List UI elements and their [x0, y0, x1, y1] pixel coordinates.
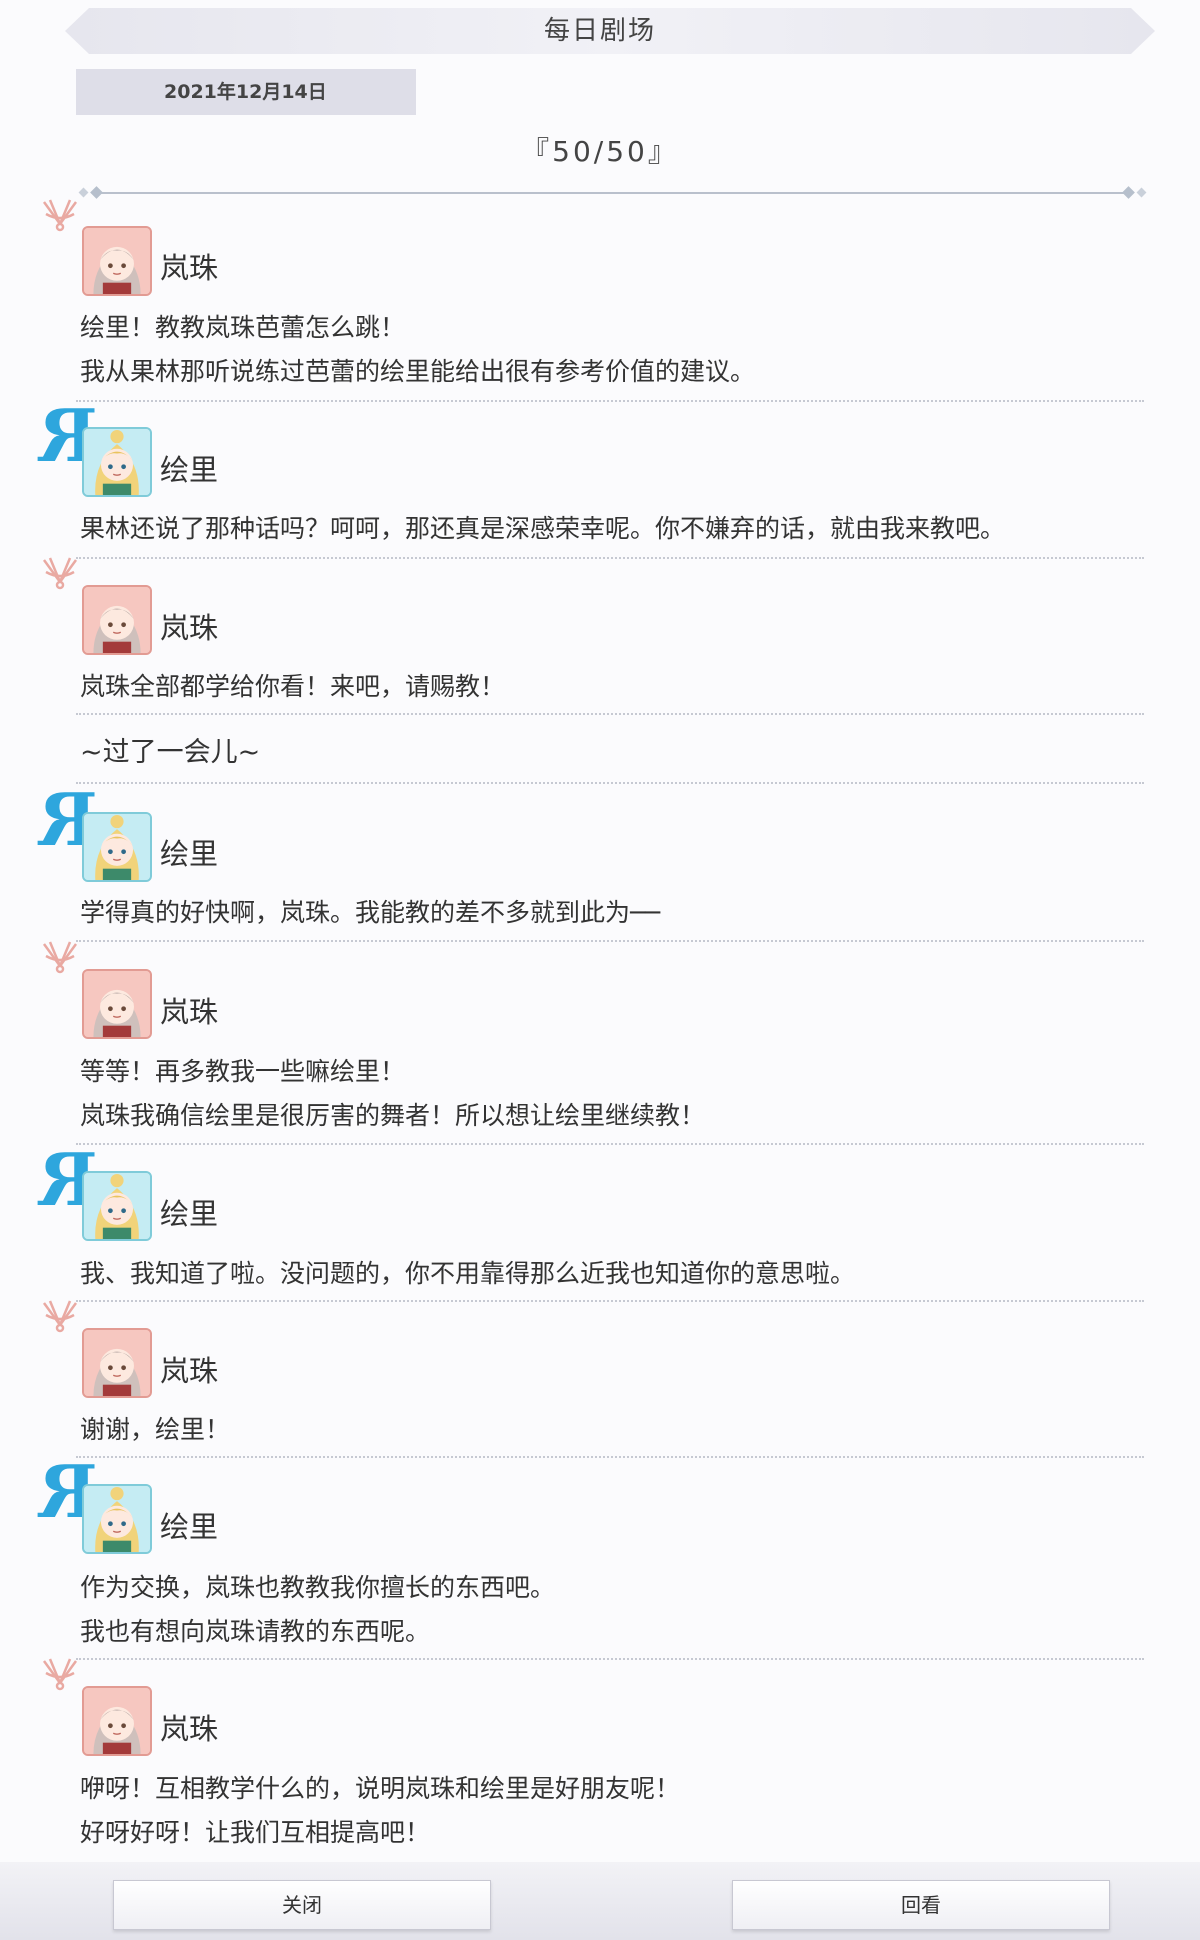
- avatar-ranju: [82, 969, 152, 1039]
- dialogue-line: 我、我知道了啦。没问题的，你不用靠得那么近我也知道你的意思啦。: [80, 1259, 856, 1288]
- avatar-ranju: [82, 226, 152, 296]
- replay-button[interactable]: 回看: [732, 1880, 1110, 1930]
- dialogue-line: 岚珠全部都学给你看！来吧，请赐教！: [80, 672, 506, 701]
- wing-emblem-icon: [38, 552, 82, 598]
- entry-separator: [76, 940, 1144, 942]
- dialogue-line: 好呀好呀！让我们互相提高吧！: [80, 1818, 431, 1847]
- entry-separator: [76, 713, 1144, 715]
- dialogue-line: 绘里！教教岚珠芭蕾怎么跳！: [80, 313, 406, 342]
- dialogue-line: 我从果林那听说练过芭蕾的绘里能给出很有参考价值的建议。: [80, 357, 756, 386]
- avatar-eli: [82, 1171, 152, 1241]
- speaker-name: 岚珠: [160, 251, 219, 285]
- narration-text: ~过了一会儿~: [80, 737, 261, 768]
- entry-separator: [76, 557, 1144, 559]
- speaker-name: 岚珠: [160, 611, 219, 645]
- wing-emblem-icon: [38, 1295, 82, 1341]
- entry-separator: [76, 782, 1144, 784]
- avatar-ranju: [82, 1328, 152, 1398]
- speaker-name: 岚珠: [160, 1354, 219, 1388]
- avatar-ranju: [82, 1686, 152, 1756]
- dialogue-line: 岚珠我确信绘里是很厉害的舞者！所以想让绘里继续教！: [80, 1101, 706, 1130]
- dialogue-line: 作为交换，岚珠也教教我你擅长的东西吧。: [80, 1573, 556, 1602]
- episode-title: 『50/50』: [521, 135, 679, 168]
- wing-emblem-icon: [38, 1653, 82, 1699]
- close-button[interactable]: 关闭: [113, 1880, 491, 1930]
- dialogue-line: 等等！再多教我一些嘛绘里！: [80, 1057, 406, 1086]
- entry-separator: [76, 1300, 1144, 1302]
- avatar-eli: [82, 427, 152, 497]
- dialogue-line: 学得真的好快啊，岚珠。我能教的差不多就到此为──: [80, 898, 661, 927]
- entry-separator: [76, 400, 1144, 402]
- speaker-name: 绘里: [160, 1510, 219, 1544]
- page-title: 每日剧场: [543, 16, 656, 46]
- wing-emblem-icon: [38, 936, 82, 982]
- entry-separator: [76, 1456, 1144, 1458]
- dialogue-line: 咿呀！互相教学什么的，说明岚珠和绘里是好朋友呢！: [80, 1774, 681, 1803]
- entry-separator: [76, 1658, 1144, 1660]
- dialogue-line: 我也有想向岚珠请教的东西呢。: [80, 1617, 431, 1646]
- date-label: 2021年12月14日: [76, 69, 416, 115]
- speaker-name: 岚珠: [160, 1712, 219, 1746]
- avatar-eli: [82, 812, 152, 882]
- title-divider: [78, 186, 1147, 199]
- entry-separator: [76, 1143, 1144, 1145]
- wing-emblem-icon: [38, 194, 82, 240]
- dialogue-line: 谢谢，绘里！: [80, 1415, 231, 1444]
- speaker-name: 绘里: [160, 1197, 219, 1231]
- avatar-eli: [82, 1484, 152, 1554]
- speaker-name: 绘里: [160, 837, 219, 871]
- dialogue-line: 果林还说了那种话吗？呵呵，那还真是深感荣幸呢。你不嫌弃的话，就由我来教吧。: [80, 514, 1006, 543]
- avatar-ranju: [82, 585, 152, 655]
- speaker-name: 岚珠: [160, 995, 219, 1029]
- speaker-name: 绘里: [160, 453, 219, 487]
